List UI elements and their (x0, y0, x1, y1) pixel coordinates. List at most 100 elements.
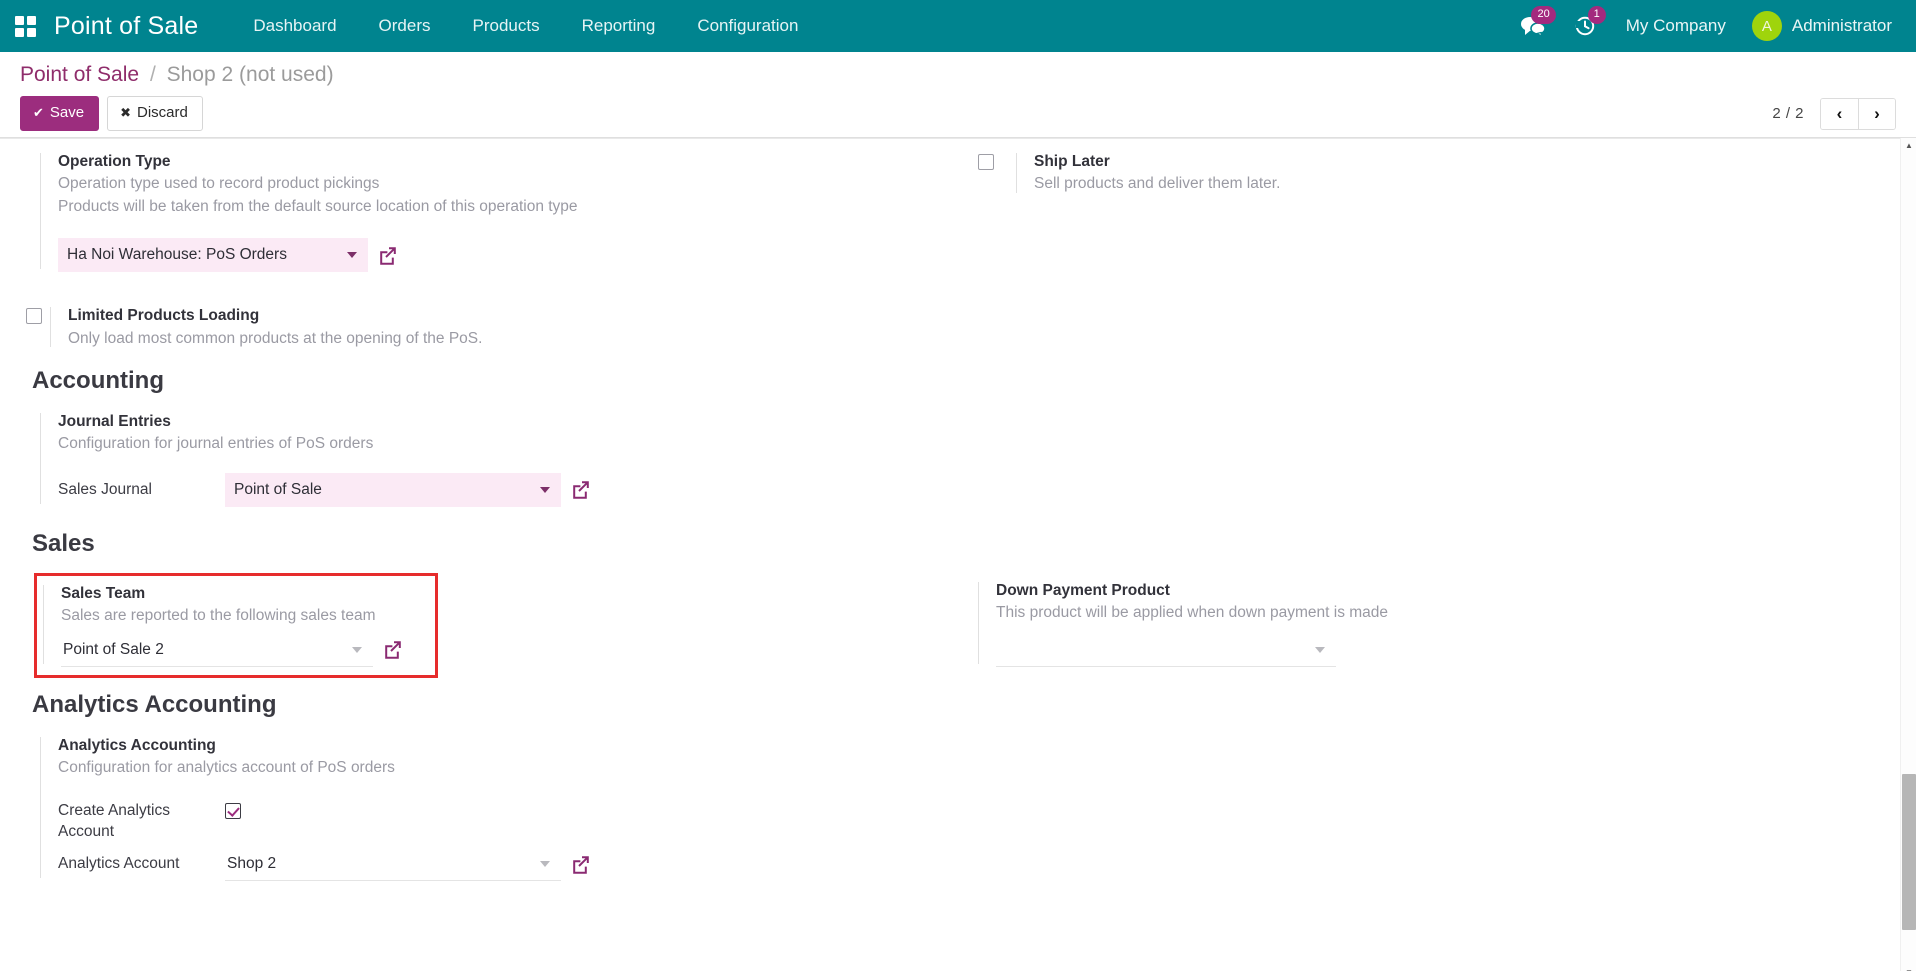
setting-ship-later: Ship Later Sell products and deliver the… (978, 150, 1916, 196)
down-payment-product-title: Down Payment Product (996, 579, 1398, 602)
limited-products-loading-title: Limited Products Loading (68, 304, 482, 327)
close-x-icon: ✖ (120, 105, 131, 120)
column-right-ship-later: Ship Later Sell products and deliver the… (978, 150, 1916, 272)
column-left-analytics: Analytics Accounting Configuration for a… (40, 734, 978, 881)
create-analytics-account-checkbox[interactable] (225, 803, 241, 819)
limited-products-texts: Limited Products Loading Only load most … (50, 304, 482, 350)
chevron-left-icon[interactable]: ‹ (1821, 99, 1858, 129)
create-analytics-account-row: Create Analytics Account (58, 800, 978, 843)
section-heading-accounting: Accounting (0, 366, 1916, 396)
main-menu: Dashboard Orders Products Reporting Conf… (232, 8, 819, 44)
limited-products-loading-checkbox[interactable] (26, 308, 42, 324)
menu-item-dashboard[interactable]: Dashboard (232, 8, 357, 44)
journal-entries-help: Configuration for journal entries of PoS… (58, 433, 978, 455)
column-left-operation-type: Operation Type Operation type used to re… (40, 150, 978, 272)
user-name: Administrator (1792, 16, 1892, 36)
create-analytics-account-label-line2: Account (58, 823, 114, 840)
chevron-right-icon[interactable]: › (1858, 99, 1895, 129)
pager: 2 / 2 ‹ › (1772, 98, 1896, 130)
setting-down-payment-product: Down Payment Product This product will b… (978, 579, 1398, 667)
app-brand-point-of-sale[interactable]: Point of Sale (54, 12, 198, 41)
block-sales: Sales Team Sales are reported to the fol… (0, 573, 1916, 678)
pager-count: 2 / 2 (1772, 105, 1804, 122)
analytics-account-label: Analytics Account (58, 853, 225, 875)
ship-later-checkbox-holder (978, 150, 1016, 170)
operation-type-title: Operation Type (58, 150, 978, 173)
menu-item-reporting[interactable]: Reporting (561, 8, 677, 44)
block-limited-products-loading: Limited Products Loading Only load most … (0, 304, 1916, 350)
setting-operation-type: Operation Type Operation type used to re… (40, 150, 978, 272)
down-payment-product-field-row (996, 633, 1398, 667)
breadcrumb-current: Shop 2 (not used) (167, 63, 334, 86)
analytics-account-input[interactable] (225, 847, 561, 881)
analytics-account-field-row: Analytics Account (58, 847, 978, 881)
create-analytics-account-label: Create Analytics Account (58, 800, 225, 843)
external-link-icon[interactable] (382, 639, 403, 660)
column-left-journal-entries: Journal Entries Configuration for journa… (40, 410, 978, 507)
limited-products-loading-help: Only load most common products at the op… (68, 328, 482, 350)
column-left-sales-team: Sales Team Sales are reported to the fol… (40, 573, 978, 678)
sales-team-highlight-box: Sales Team Sales are reported to the fol… (34, 573, 438, 678)
company-switcher[interactable]: My Company (1610, 8, 1742, 44)
block-operation-type: Operation Type Operation type used to re… (0, 138, 1916, 272)
analytics-accounting-title: Analytics Accounting (58, 734, 978, 757)
block-journal-entries: Journal Entries Configuration for journa… (0, 410, 1916, 507)
sales-journal-input[interactable] (225, 473, 561, 507)
activities-clock-icon[interactable]: 1 (1560, 6, 1610, 46)
operation-type-field-row (58, 238, 978, 272)
sales-journal-label: Sales Journal (58, 479, 225, 501)
avatar: A (1752, 11, 1782, 41)
ship-later-help: Sell products and deliver them later. (1034, 173, 1280, 195)
discard-button[interactable]: ✖ Discard (107, 96, 203, 131)
vertical-scrollbar[interactable]: ▲ ▼ (1900, 138, 1916, 971)
apps-grid-icon[interactable] (8, 9, 42, 43)
external-link-icon[interactable] (570, 479, 591, 500)
check-icon: ✔ (33, 105, 44, 120)
messages-icon[interactable]: 20 (1506, 6, 1560, 46)
sales-team-title: Sales Team (61, 582, 427, 605)
pager-buttons: ‹ › (1820, 98, 1896, 130)
menu-item-orders[interactable]: Orders (358, 8, 452, 44)
navbar-right-group: 20 1 My Company A Administrator (1506, 6, 1896, 46)
down-payment-product-help: This product will be applied when down p… (996, 602, 1398, 624)
save-button[interactable]: ✔Save (20, 96, 99, 131)
ship-later-texts: Ship Later Sell products and deliver the… (1016, 150, 1280, 196)
column-right-down-payment: Down Payment Product This product will b… (978, 573, 1916, 678)
ship-later-checkbox[interactable] (978, 154, 994, 170)
breadcrumb-separator: / (150, 63, 156, 86)
operation-type-input[interactable] (58, 238, 368, 272)
ship-later-title: Ship Later (1034, 150, 1280, 173)
sales-team-input[interactable] (61, 633, 373, 667)
sales-journal-field (225, 473, 561, 507)
setting-limited-products-loading: Limited Products Loading Only load most … (2, 304, 959, 350)
scroll-up-arrow-icon[interactable]: ▲ (1901, 138, 1916, 154)
setting-journal-entries: Journal Entries Configuration for journa… (40, 410, 978, 507)
scrollbar-thumb[interactable] (1902, 774, 1916, 930)
limited-products-checkbox-holder (2, 304, 50, 324)
sales-team-field-row (61, 633, 427, 667)
external-link-icon[interactable] (570, 854, 591, 875)
operation-type-help-2: Products will be taken from the default … (58, 196, 978, 218)
menu-item-products[interactable]: Products (452, 8, 561, 44)
activities-count-badge: 1 (1588, 6, 1606, 24)
section-heading-sales: Sales (0, 529, 1916, 559)
column-left-limited-products: Limited Products Loading Only load most … (2, 304, 959, 350)
sales-journal-field-row: Sales Journal (58, 473, 978, 507)
down-payment-product-field (996, 633, 1336, 667)
sales-team-field (61, 633, 373, 667)
analytics-accounting-help: Configuration for analytics account of P… (58, 757, 978, 779)
create-analytics-account-label-line1: Create Analytics (58, 802, 170, 819)
down-payment-product-input[interactable] (996, 633, 1336, 667)
operation-type-help-1: Operation type used to record product pi… (58, 173, 978, 195)
external-link-icon[interactable] (377, 245, 398, 266)
analytics-account-field (225, 847, 561, 881)
settings-scroll-area: Operation Type Operation type used to re… (0, 138, 1916, 971)
user-menu[interactable]: A Administrator (1742, 7, 1896, 45)
top-navbar: Point of Sale Dashboard Orders Products … (0, 0, 1916, 52)
control-panel-buttons-row: ✔Save ✖ Discard 2 / 2 ‹ › (20, 96, 1896, 131)
setting-sales-team: Sales Team Sales are reported to the fol… (43, 582, 427, 667)
menu-item-configuration[interactable]: Configuration (676, 8, 819, 44)
discard-button-label: Discard (137, 104, 188, 121)
breadcrumb-root-link[interactable]: Point of Sale (20, 63, 139, 86)
scroll-down-arrow-icon[interactable]: ▼ (1901, 965, 1916, 971)
